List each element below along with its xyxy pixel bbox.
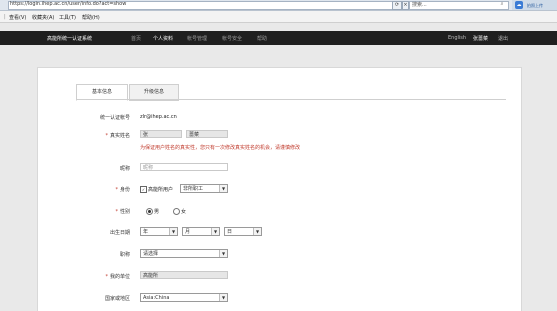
unit-field[interactable]: 高能所 xyxy=(140,271,228,279)
tab-divider xyxy=(76,99,506,100)
birth-day-select[interactable]: 日 ▼ xyxy=(224,227,262,236)
menu-view[interactable]: 查看(V) xyxy=(9,14,26,21)
gender-label: * 性别 xyxy=(115,209,130,215)
identity-select[interactable]: 非所职工 ▼ xyxy=(180,184,228,193)
search-icon[interactable]: ⌕ xyxy=(497,1,507,8)
account-label: 统一认证帐号 xyxy=(99,115,130,121)
logout-link[interactable]: 退出 xyxy=(498,35,508,42)
gender-male-radio[interactable] xyxy=(146,208,153,215)
birth-label: 出生日期 xyxy=(109,230,130,236)
required-mark: * xyxy=(115,187,118,193)
region-select[interactable]: Asia:China ▼ xyxy=(140,293,228,302)
user-name[interactable]: 张蔷菜 xyxy=(473,35,488,42)
menu-help[interactable]: 帮助(H) xyxy=(82,14,100,21)
url-text[interactable]: https://login.ihep.ac.cn/user/info.do?ac… xyxy=(10,1,126,7)
menu-tools[interactable]: 工具(T) xyxy=(59,14,76,21)
name-warning: 为保证用户姓名的真实性，您只有一次修改真实姓名的机会，请谨慎修改 xyxy=(140,145,301,151)
language-link[interactable]: English xyxy=(448,35,466,41)
required-mark: * xyxy=(105,133,108,139)
nav-home[interactable]: 首页 xyxy=(131,35,141,42)
given-name-field[interactable]: 蔷菜 xyxy=(186,130,228,138)
stop-icon[interactable]: × xyxy=(402,1,409,10)
site-title[interactable]: 高能所统一认证系统 xyxy=(47,35,92,42)
surname-field[interactable]: 张 xyxy=(140,130,182,138)
title-label: 职称 xyxy=(119,252,130,258)
nav-profile[interactable]: 个人资料 xyxy=(153,35,173,42)
nickname-label: 昵称 xyxy=(119,166,130,172)
gender-female-radio[interactable] xyxy=(173,208,180,215)
chevron-down-icon: ▼ xyxy=(253,228,261,235)
nav-security[interactable]: 帐号安全 xyxy=(222,35,242,42)
chevron-down-icon: ▼ xyxy=(219,250,227,257)
required-mark: * xyxy=(105,274,108,280)
badge-text[interactable]: 拍照上传 xyxy=(527,3,543,9)
chevron-down-icon: ▼ xyxy=(219,294,227,301)
birth-month-select[interactable]: 月 ▼ xyxy=(182,227,220,236)
gender-male-label: 男 xyxy=(154,209,160,215)
title-select[interactable]: 请选择 ▼ xyxy=(140,249,228,258)
nickname-input[interactable]: 昵称 xyxy=(140,163,228,171)
nav-account[interactable]: 帐号管理 xyxy=(187,35,207,42)
menu-divider: | xyxy=(4,14,6,20)
nav-help[interactable]: 帮助 xyxy=(257,35,267,42)
birth-year-select[interactable]: 年 ▼ xyxy=(140,227,178,236)
region-label: 国家或地区 xyxy=(104,296,130,302)
refresh-icon[interactable]: ⟳ xyxy=(392,1,402,10)
gender-female-label: 女 xyxy=(181,209,187,215)
identity-checkbox[interactable]: ✓ xyxy=(140,186,147,193)
account-value: zlr@ihep.ac.cn xyxy=(140,114,177,120)
required-mark: * xyxy=(115,209,118,215)
chevron-down-icon: ▼ xyxy=(219,185,227,192)
chevron-down-icon: ▼ xyxy=(169,228,177,235)
unit-label: * 我的单位 xyxy=(105,274,130,280)
identity-checkbox-label: 高能所用户 xyxy=(148,187,174,193)
identity-label: * 身份 xyxy=(115,187,130,193)
search-placeholder: 搜索... xyxy=(412,2,427,8)
cloud-icon[interactable]: ☁ xyxy=(515,1,523,9)
name-label: * 真实姓名 xyxy=(105,133,130,139)
chevron-down-icon: ▼ xyxy=(211,228,219,235)
menu-favorites[interactable]: 收藏夹(A) xyxy=(32,14,54,21)
